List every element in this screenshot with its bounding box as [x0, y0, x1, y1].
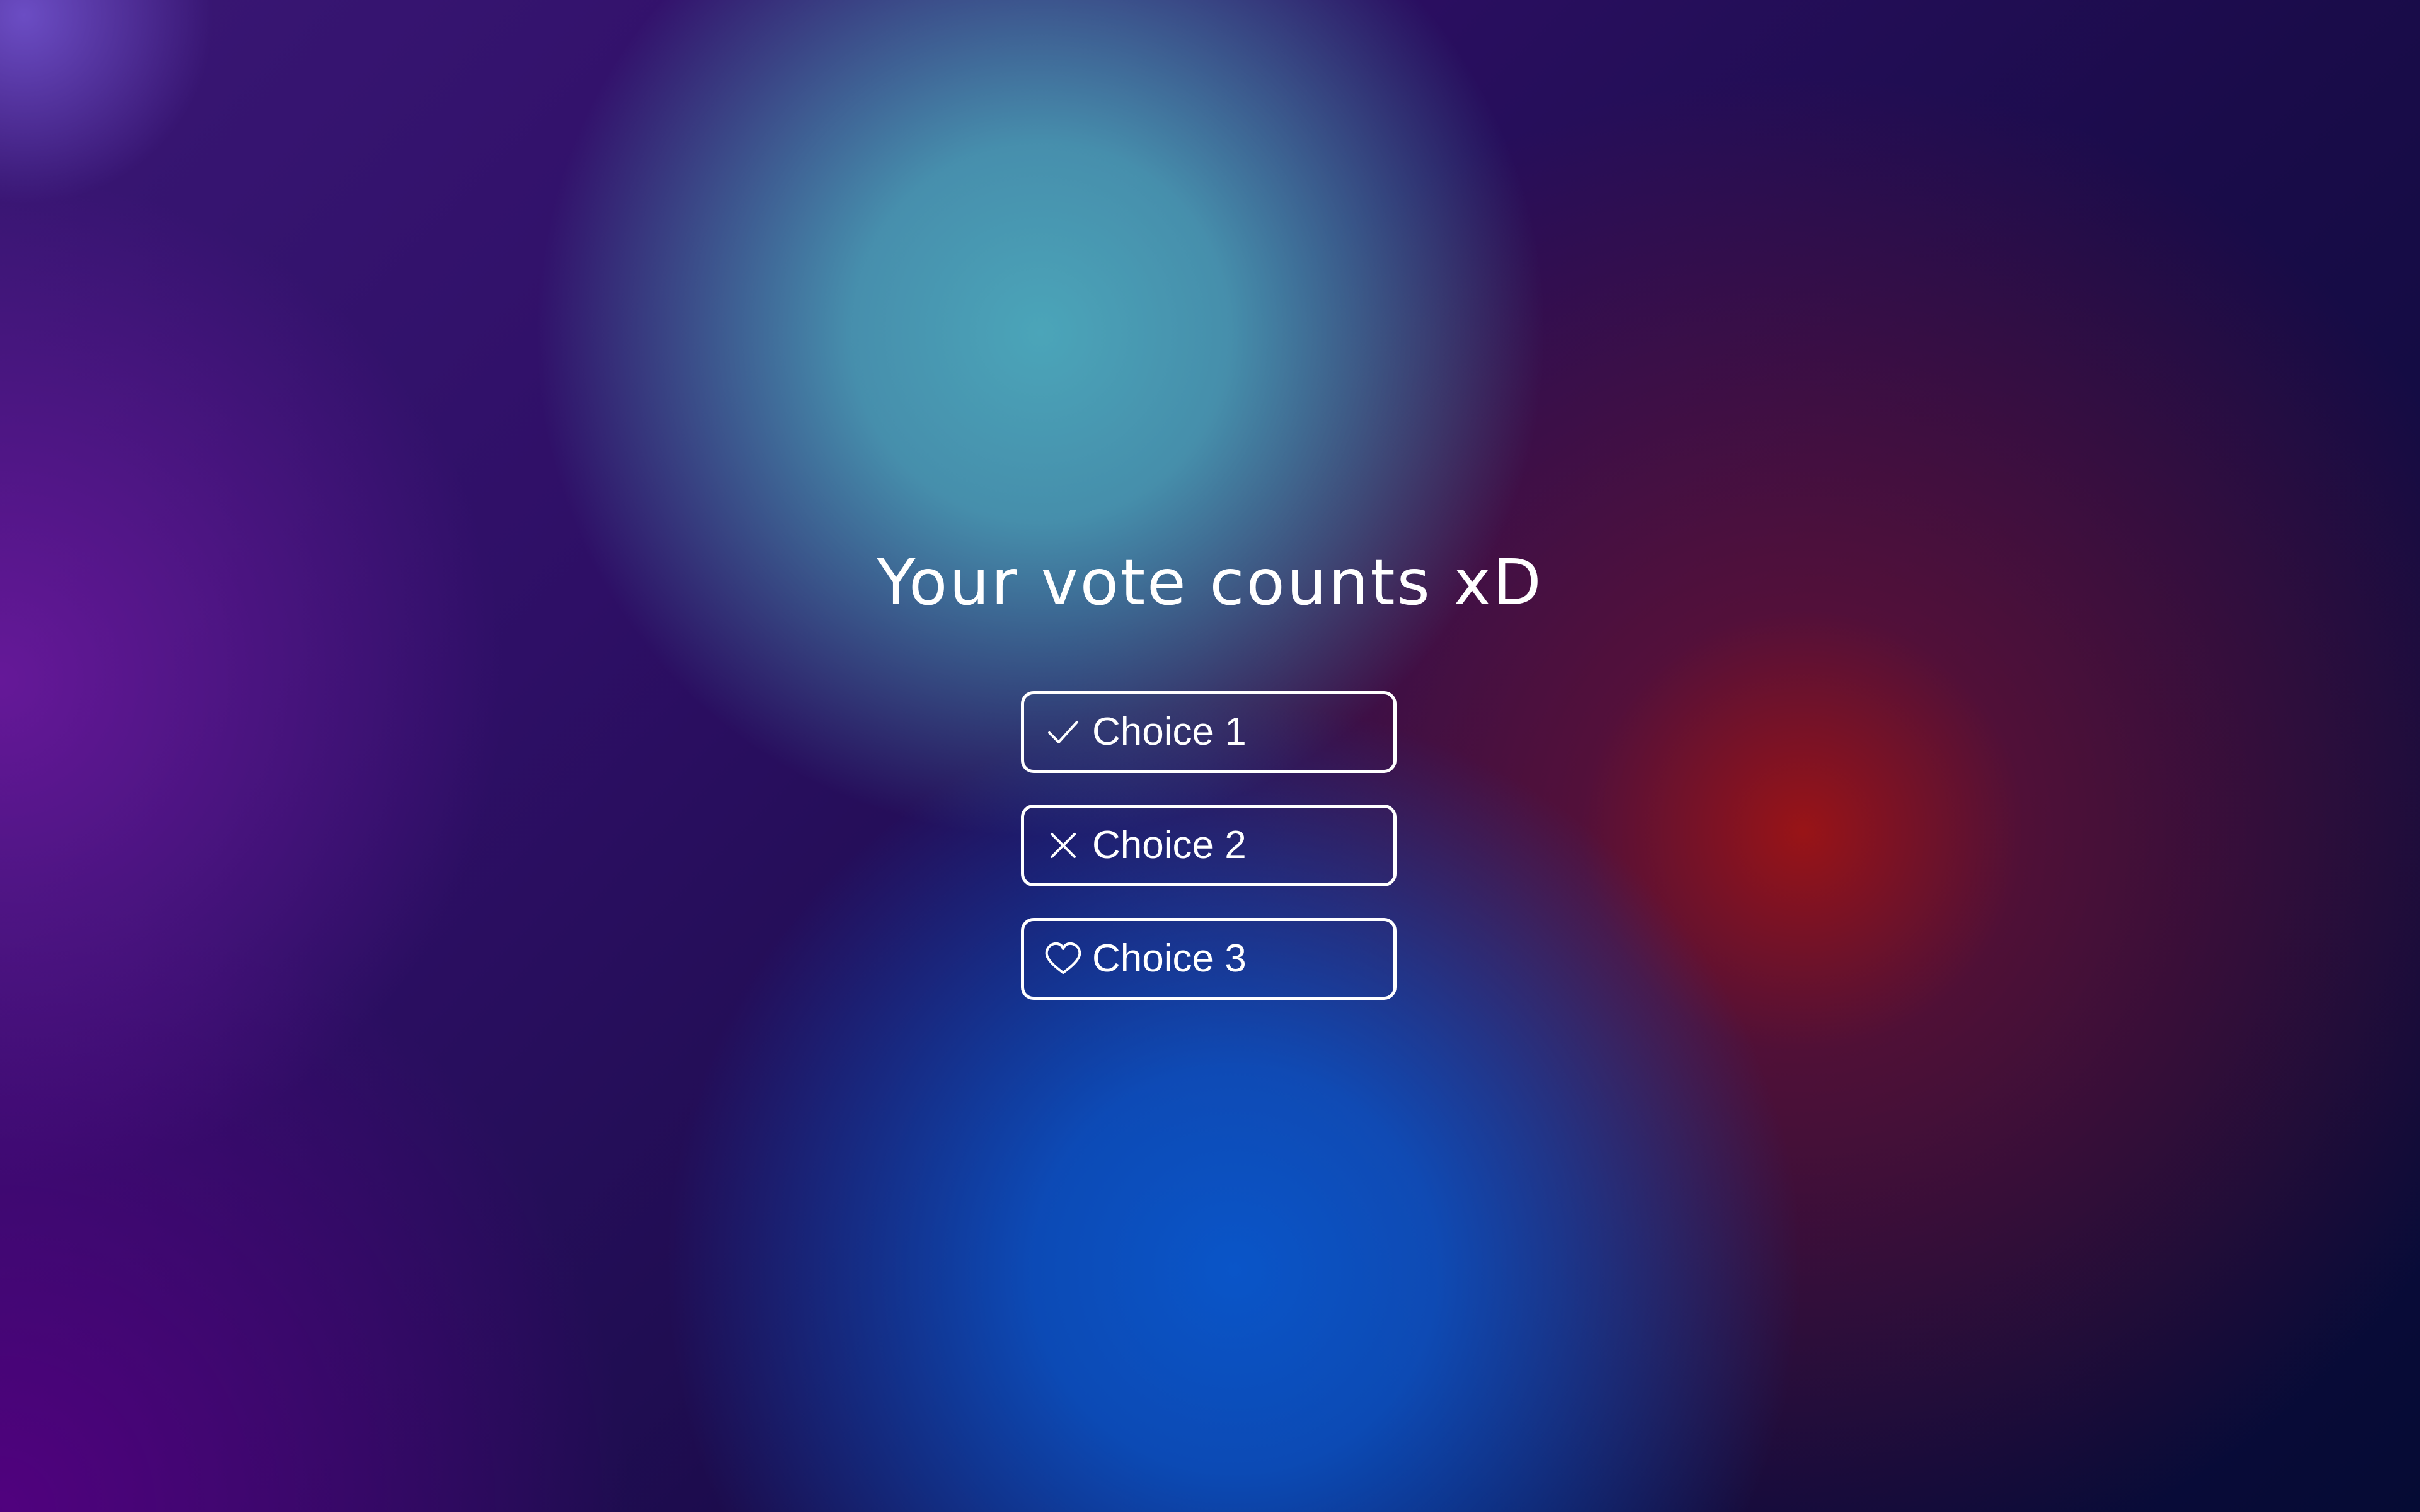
close-icon — [1043, 825, 1083, 866]
choice-list: Choice 1 Choice 2 Choice 3 — [1021, 691, 1397, 1000]
check-icon — [1043, 712, 1083, 752]
choice-2-button[interactable]: Choice 2 — [1021, 805, 1397, 886]
choice-2-label: Choice 2 — [1092, 823, 1247, 867]
choice-1-button[interactable]: Choice 1 — [1021, 691, 1397, 773]
choice-3-button[interactable]: Choice 3 — [1021, 918, 1397, 1000]
choice-1-label: Choice 1 — [1092, 710, 1247, 753]
heart-icon — [1043, 939, 1083, 979]
choice-3-label: Choice 3 — [1092, 937, 1247, 980]
page-title: Your vote counts xD — [877, 546, 1543, 619]
